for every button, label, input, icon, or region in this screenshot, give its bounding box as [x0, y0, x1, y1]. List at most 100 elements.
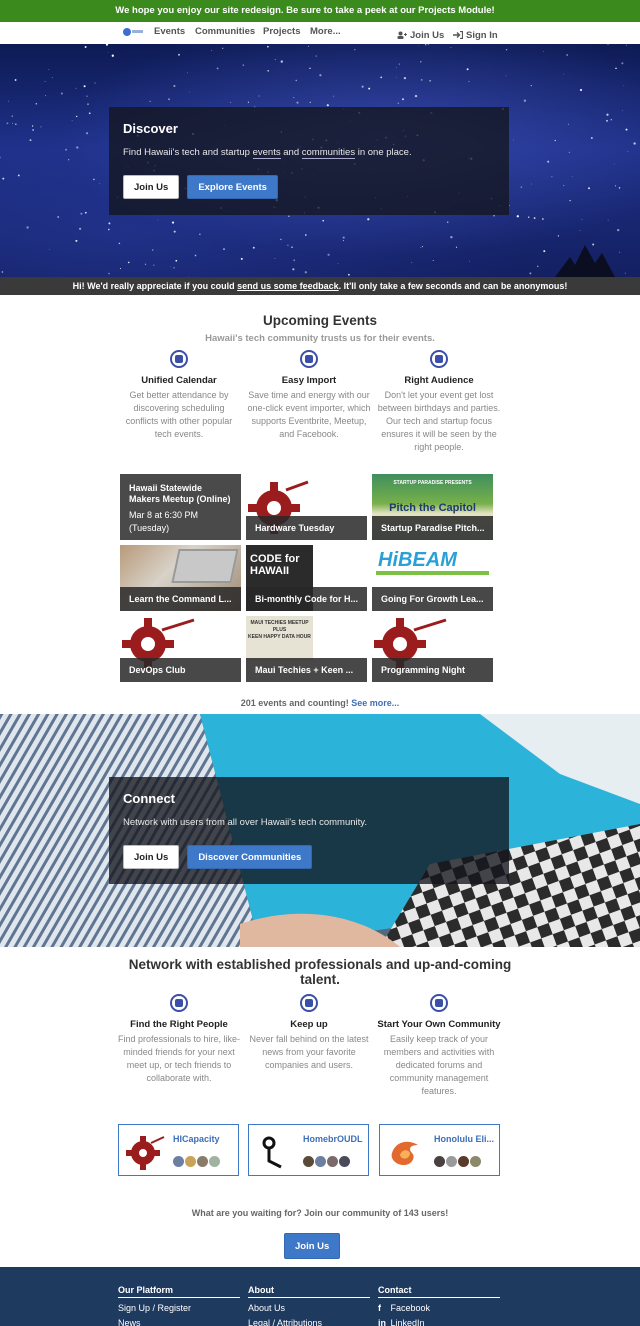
star	[295, 79, 297, 82]
event-title: Going For Growth Lea...	[372, 587, 493, 611]
nav-item-projects[interactable]: Projects	[263, 26, 301, 37]
flame-logo	[391, 1141, 418, 1165]
star	[422, 246, 424, 248]
event-tile-maui-techies[interactable]: MAUI TECHIES MEETUP PLUS KEEN HAPPY DATA H…	[246, 616, 367, 682]
event-tile-startup-paradise[interactable]: STARTUP PARADISE PRESENTS Pitch the Capi…	[372, 474, 493, 540]
star	[590, 136, 593, 140]
star	[547, 160, 550, 163]
feature-desc: Don't let your event get lost between bi…	[377, 390, 501, 452]
star	[529, 272, 532, 275]
facebook-label: Facebook	[390, 1303, 431, 1313]
nav-item-events[interactable]: Events	[154, 26, 185, 37]
discover-communities-button[interactable]: Discover Communities	[187, 845, 313, 869]
nav-item-communities[interactable]: Communities	[195, 26, 255, 37]
site-logo[interactable]	[122, 25, 144, 39]
star	[80, 212, 83, 215]
feature-desc: Find professionals to hire, like-minded …	[117, 1034, 241, 1083]
footer-link-news[interactable]: News	[118, 1318, 240, 1326]
discover-title: Discover	[123, 121, 178, 136]
event-tile-code-for-hawaii[interactable]: CODE for HAWAII Bi-monthly Code for H...	[246, 545, 367, 611]
avatar	[209, 1156, 220, 1167]
star	[420, 78, 423, 81]
events-link[interactable]: events	[252, 147, 281, 159]
star	[319, 74, 322, 77]
avatar	[173, 1156, 184, 1167]
hero-join-button[interactable]: Join Us	[123, 175, 180, 199]
star	[420, 61, 422, 63]
star	[626, 44, 627, 46]
star	[32, 129, 34, 131]
maui-techies-flyer: MAUI TECHIES MEETUP PLUS KEEN HAPPY DATA H…	[246, 616, 313, 661]
star	[86, 95, 88, 97]
star	[76, 115, 78, 118]
star	[99, 183, 100, 184]
star	[533, 217, 536, 220]
star	[587, 187, 591, 190]
community-card-honolulu-elixir[interactable]: Honolulu Eli...	[379, 1124, 500, 1176]
feature-desc: Save time and energy with our one-click …	[247, 390, 371, 439]
connect-join-button[interactable]: Join Us	[123, 845, 180, 869]
star	[14, 79, 17, 81]
star	[614, 185, 617, 187]
event-tile-makers-meetup[interactable]: Hawaii Statewide Makers Meetup (Online) …	[120, 474, 241, 540]
event-tile-devops-club[interactable]: DevOps Club	[120, 616, 241, 682]
nav-signin-label: Sign In	[466, 30, 498, 41]
star	[424, 44, 427, 46]
homebroudl-logo	[262, 1136, 282, 1169]
event-tile-going-for-growth[interactable]: HiBEAM Going For Growth Lea...	[372, 545, 493, 611]
communities-link[interactable]: communities	[301, 147, 356, 159]
star	[531, 183, 533, 185]
explore-events-button[interactable]: Explore Events	[187, 175, 278, 199]
star	[342, 236, 345, 239]
feedback-link[interactable]: send us some feedback	[237, 281, 339, 291]
star	[173, 230, 176, 233]
hibeam-logo: HiBEAM	[378, 549, 457, 571]
star	[327, 253, 330, 256]
footer-about-column: About About Us Legal / Attributions	[248, 1285, 370, 1326]
event-title: Bi-monthly Code for H...	[246, 587, 367, 611]
linkedin-label: LinkedIn	[390, 1318, 425, 1326]
star	[505, 48, 508, 51]
star	[450, 236, 453, 239]
star	[516, 215, 519, 218]
star	[105, 44, 109, 46]
star	[527, 216, 530, 218]
community-card-homebroudl[interactable]: HomebrOUDL	[248, 1124, 369, 1176]
footer-link-signup[interactable]: Sign Up / Register	[118, 1303, 240, 1313]
star	[44, 81, 46, 82]
event-tile-hardware-tuesday[interactable]: Hardware Tuesday	[246, 474, 367, 540]
star	[194, 254, 197, 257]
feature-name: Unified Calendar	[141, 375, 217, 386]
star	[51, 77, 53, 78]
network-join-button[interactable]: Join Us	[284, 1233, 341, 1259]
see-more-link[interactable]: See more...	[351, 698, 399, 708]
community-card-hicapacity[interactable]: HICapacity	[118, 1124, 239, 1176]
event-tile-programming-night[interactable]: Programming Night	[372, 616, 493, 682]
star	[118, 242, 121, 245]
star	[543, 250, 546, 253]
feature-name: Find the Right People	[130, 1019, 228, 1030]
nav-signin-link[interactable]: Sign In	[453, 30, 498, 41]
star	[49, 248, 50, 250]
star	[40, 126, 42, 128]
star	[29, 139, 32, 142]
upcoming-events-subtitle: Hawaii's tech community trusts us for th…	[205, 333, 435, 344]
star	[292, 268, 295, 271]
feature-find-right-people: Find the Right People Find professionals…	[116, 994, 242, 1085]
connect-panel: Connect Network with users from all over…	[109, 777, 509, 884]
footer-link-linkedin[interactable]: in LinkedIn	[378, 1318, 500, 1326]
star	[446, 221, 449, 223]
star	[469, 260, 470, 262]
star	[17, 174, 20, 177]
star	[230, 101, 232, 103]
footer-link-facebook[interactable]: f Facebook	[378, 1303, 500, 1313]
star	[402, 98, 404, 101]
event-tile-command-line[interactable]: Learn the Command L...	[120, 545, 241, 611]
nav-item-more[interactable]: More...	[310, 26, 341, 37]
footer-link-legal[interactable]: Legal / Attributions	[248, 1318, 370, 1326]
nav-join-link[interactable]: Join Us	[397, 30, 444, 41]
star	[361, 85, 364, 88]
star	[315, 55, 317, 57]
star	[569, 199, 571, 202]
footer-link-about-us[interactable]: About Us	[248, 1303, 370, 1313]
